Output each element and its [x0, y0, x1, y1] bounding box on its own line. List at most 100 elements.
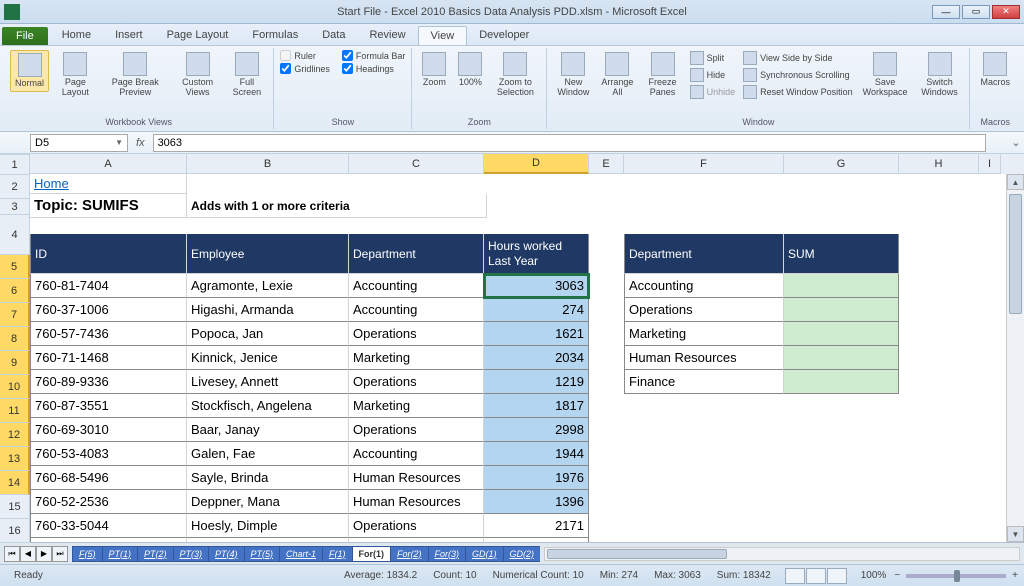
cell-D12[interactable]: 1944 — [484, 442, 589, 466]
cell-B2[interactable]: Adds with 1 or more criteria — [187, 194, 487, 218]
cell-G6[interactable] — [784, 298, 899, 322]
cell-G8[interactable] — [784, 346, 899, 370]
col-header-B[interactable]: B — [187, 154, 349, 174]
cell-C12[interactable]: Accounting — [349, 442, 484, 466]
cell-D6[interactable]: 274 — [484, 298, 589, 322]
cell-A9[interactable]: 760-89-9336 — [30, 370, 187, 394]
cell-A5[interactable]: 760-81-7404 — [30, 274, 187, 298]
formula-bar[interactable]: 3063 — [153, 134, 986, 152]
ruler-checkbox[interactable]: Ruler — [280, 50, 330, 61]
tab-view[interactable]: View — [418, 26, 468, 45]
reset-position-button[interactable]: Reset Window Position — [741, 84, 855, 100]
cell-A6[interactable]: 760-37-1006 — [30, 298, 187, 322]
cell-D9[interactable]: 1219 — [484, 370, 589, 394]
side-by-side-button[interactable]: View Side by Side — [741, 50, 855, 66]
tab-formulas[interactable]: Formulas — [240, 26, 310, 45]
headings-checkbox[interactable]: Headings — [342, 63, 406, 74]
tab-home[interactable]: Home — [50, 26, 103, 45]
sheet-prev-button[interactable]: ◀ — [20, 546, 36, 562]
cell-C13[interactable]: Human Resources — [349, 466, 484, 490]
sheet-tab-pt(3)[interactable]: PT(3) — [173, 546, 210, 562]
cell-B7[interactable]: Popoca, Jan — [187, 322, 349, 346]
sheet-tab-pt(4)[interactable]: PT(4) — [208, 546, 245, 562]
cell-B8[interactable]: Kinnick, Jenice — [187, 346, 349, 370]
cell-C6[interactable]: Accounting — [349, 298, 484, 322]
full-screen-button[interactable]: Full Screen — [226, 50, 267, 100]
cell-B4[interactable]: Employee — [187, 234, 349, 274]
cell-F9[interactable]: Finance — [624, 370, 784, 394]
cell-A8[interactable]: 760-71-1468 — [30, 346, 187, 370]
cell-B15[interactable]: Hoesly, Dimple — [187, 514, 349, 538]
tab-developer[interactable]: Developer — [467, 26, 541, 45]
cell-G4[interactable]: SUM — [784, 234, 899, 274]
cell-B10[interactable]: Stockfisch, Angelena — [187, 394, 349, 418]
cell-A16[interactable]: 760-24-1698 — [30, 538, 187, 542]
cell-C11[interactable]: Operations — [349, 418, 484, 442]
cell-C8[interactable]: Marketing — [349, 346, 484, 370]
row-header-12[interactable]: 12 — [0, 423, 30, 447]
hscroll-thumb[interactable] — [547, 549, 727, 559]
zoom-selection-button[interactable]: Zoom to Selection — [490, 50, 540, 100]
new-window-button[interactable]: New Window — [553, 50, 593, 100]
row-header-3[interactable]: 3 — [0, 199, 30, 215]
maximize-button[interactable]: ▭ — [962, 5, 990, 19]
unhide-button[interactable]: Unhide — [688, 84, 738, 100]
sheet-tab-pt(2)[interactable]: PT(2) — [137, 546, 174, 562]
row-header-8[interactable]: 8 — [0, 327, 30, 351]
sheet-tab-f(1)[interactable]: F(1) — [322, 546, 353, 562]
tab-insert[interactable]: Insert — [103, 26, 155, 45]
cell-C15[interactable]: Operations — [349, 514, 484, 538]
tab-page-layout[interactable]: Page Layout — [155, 26, 241, 45]
zoom-100-button[interactable]: 100% — [454, 50, 486, 90]
split-button[interactable]: Split — [688, 50, 738, 66]
sheet-tab-gd(1)[interactable]: GD(1) — [465, 546, 504, 562]
minimize-button[interactable]: — — [932, 5, 960, 19]
row-header-5[interactable]: 5 — [0, 255, 30, 279]
sheet-tab-pt(1)[interactable]: PT(1) — [102, 546, 139, 562]
cell-D4[interactable]: Hours worked Last Year — [484, 234, 589, 274]
cell-F5[interactable]: Accounting — [624, 274, 784, 298]
sheet-first-button[interactable]: ⏮ — [4, 546, 20, 562]
cell-F7[interactable]: Marketing — [624, 322, 784, 346]
cell-B9[interactable]: Livesey, Annett — [187, 370, 349, 394]
cell-C9[interactable]: Operations — [349, 370, 484, 394]
cell-D11[interactable]: 2998 — [484, 418, 589, 442]
cell-G5[interactable] — [784, 274, 899, 298]
cell-A10[interactable]: 760-87-3551 — [30, 394, 187, 418]
row-header-16[interactable]: 16 — [0, 519, 30, 543]
cell-A13[interactable]: 760-68-5496 — [30, 466, 187, 490]
vertical-scrollbar[interactable]: ▲ ▼ — [1006, 174, 1024, 542]
scroll-up-icon[interactable]: ▲ — [1007, 174, 1024, 190]
zoom-button[interactable]: Zoom — [418, 50, 450, 90]
col-header-F[interactable]: F — [624, 154, 784, 174]
cell-D10[interactable]: 1817 — [484, 394, 589, 418]
col-header-G[interactable]: G — [784, 154, 899, 174]
sheet-tab-gd(2)[interactable]: GD(2) — [503, 546, 541, 562]
scroll-down-icon[interactable]: ▼ — [1007, 526, 1024, 542]
arrange-all-button[interactable]: Arrange All — [597, 50, 637, 100]
file-tab[interactable]: File — [2, 27, 48, 45]
custom-views-button[interactable]: Custom Views — [173, 50, 223, 100]
cell-B11[interactable]: Baar, Janay — [187, 418, 349, 442]
row-header-10[interactable]: 10 — [0, 375, 30, 399]
cell-A4[interactable]: ID — [30, 234, 187, 274]
row-header-2[interactable]: 2 — [0, 175, 30, 199]
row-header-13[interactable]: 13 — [0, 447, 30, 471]
cell-B14[interactable]: Deppner, Mana — [187, 490, 349, 514]
cell-A14[interactable]: 760-52-2536 — [30, 490, 187, 514]
close-button[interactable]: ✕ — [992, 5, 1020, 19]
col-header-I[interactable]: I — [979, 154, 1001, 174]
row-header-11[interactable]: 11 — [0, 399, 30, 423]
sheet-tab-for(1)[interactable]: For(1) — [352, 546, 392, 562]
sheet-tab-pt(5)[interactable]: PT(5) — [244, 546, 281, 562]
cell-F8[interactable]: Human Resources — [624, 346, 784, 370]
cell-C5[interactable]: Accounting — [349, 274, 484, 298]
formulabar-checkbox[interactable]: Formula Bar — [342, 50, 406, 61]
name-box[interactable]: D5▼ — [30, 134, 128, 152]
normal-button[interactable]: Normal — [10, 50, 49, 92]
sheet-last-button[interactable]: ⏭ — [52, 546, 68, 562]
col-header-A[interactable]: A — [30, 154, 187, 174]
row-header-4[interactable]: 4 — [0, 215, 30, 255]
formula-expand-icon[interactable]: ⌄ — [1008, 136, 1024, 149]
col-header-E[interactable]: E — [589, 154, 624, 174]
